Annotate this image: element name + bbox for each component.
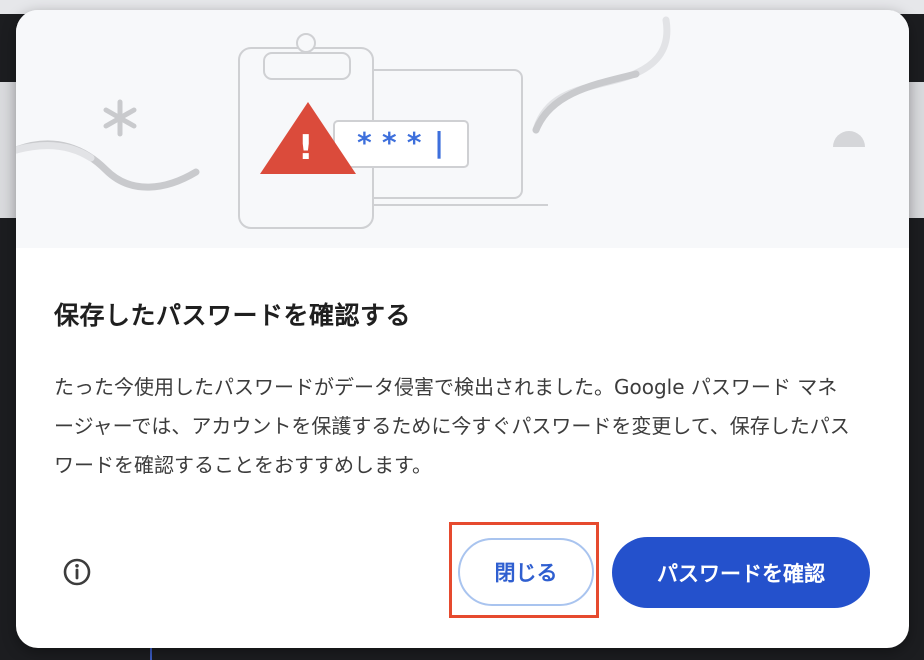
password-checkup-dialog: ***| ! 保存したパスワードを確認する たった今使用したパスワードがデータ侵…	[16, 10, 909, 648]
warning-icon: !	[298, 128, 314, 168]
info-icon[interactable]	[63, 558, 91, 586]
dialog-title: 保存したパスワードを確認する	[54, 301, 412, 330]
password-mask-text: ***|	[356, 126, 456, 159]
dialog-body: たった今使用したパスワードがデータ侵害で検出されました。Google パスワード…	[54, 375, 850, 477]
dialog-illustration: ***| !	[16, 10, 909, 248]
close-button[interactable]: 閉じる	[458, 538, 594, 606]
check-passwords-button[interactable]: パスワードを確認	[612, 537, 870, 608]
